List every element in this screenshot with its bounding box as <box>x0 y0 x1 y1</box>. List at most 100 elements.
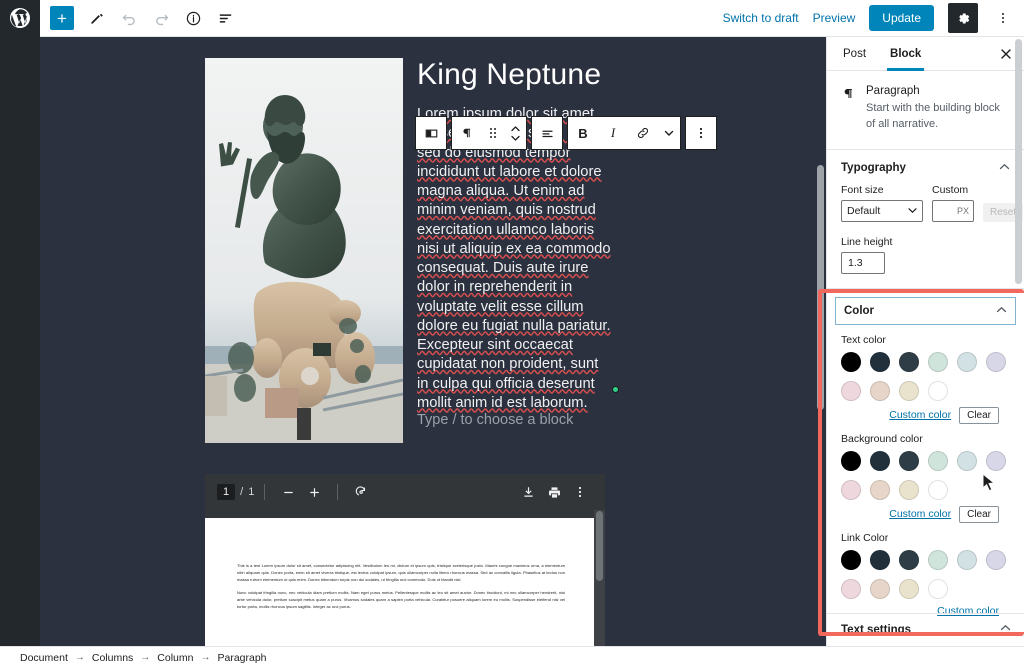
text-color-actions: Custom color Clear <box>827 401 1011 424</box>
breadcrumb-item-column[interactable]: Column <box>157 652 193 664</box>
color-swatch-5[interactable] <box>986 450 1006 471</box>
color-swatch-9[interactable] <box>928 479 948 500</box>
link-icon[interactable] <box>628 117 658 149</box>
undo-icon[interactable] <box>114 3 144 33</box>
image-block[interactable] <box>205 58 403 443</box>
color-swatch-9[interactable] <box>928 380 948 401</box>
breadcrumb-item-columns[interactable]: Columns <box>92 652 133 664</box>
color-swatch-8[interactable] <box>899 380 919 401</box>
chevron-down-icon[interactable] <box>658 117 680 149</box>
pdf-toolbar-divider-2 <box>337 484 339 500</box>
wordpress-logo-icon[interactable] <box>0 0 40 37</box>
paragraph-block-icon[interactable] <box>452 117 482 149</box>
more-options-icon[interactable] <box>686 117 716 149</box>
chevron-up-icon[interactable] <box>996 306 1007 316</box>
breadcrumb-item-paragraph[interactable]: Paragraph <box>217 652 266 664</box>
text-settings-panel-header[interactable]: Text settings <box>827 613 1024 646</box>
color-swatch-3[interactable] <box>928 450 948 471</box>
color-swatch-7[interactable] <box>870 380 890 401</box>
pdf-page-input[interactable]: 1 <box>217 484 236 500</box>
breadcrumb-separator: → <box>74 652 85 663</box>
color-swatch-1[interactable] <box>870 549 890 570</box>
color-swatch-8[interactable] <box>899 479 919 500</box>
line-height-input[interactable]: 1.3 <box>841 251 885 274</box>
chevron-up-icon[interactable] <box>1000 624 1011 636</box>
color-swatch-0[interactable] <box>841 549 861 570</box>
color-swatch-4[interactable] <box>957 450 977 471</box>
editor-scrollbar[interactable] <box>815 37 826 646</box>
color-swatch-6[interactable] <box>841 479 861 500</box>
drag-handle-icon[interactable] <box>482 117 504 149</box>
download-icon[interactable] <box>515 479 541 505</box>
color-swatch-6[interactable] <box>841 380 861 401</box>
media-text-block-icon[interactable] <box>416 117 446 149</box>
color-swatch-8[interactable] <box>899 578 919 599</box>
sidebar-scrollbar[interactable] <box>1014 37 1024 646</box>
text-color-clear-button[interactable]: Clear <box>959 406 999 424</box>
text-custom-color-link[interactable]: Custom color <box>889 409 951 421</box>
color-swatch-3[interactable] <box>928 351 948 372</box>
color-swatch-1[interactable] <box>870 450 890 471</box>
italic-icon[interactable]: I <box>598 117 628 149</box>
color-swatch-0[interactable] <box>841 450 861 471</box>
paragraph-block-icon <box>841 85 856 133</box>
color-swatch-4[interactable] <box>957 549 977 570</box>
pdf-embed-block[interactable]: 1 / 1 This is a test Lorem ipsum dolor s… <box>205 474 605 646</box>
block-toolbar: B I <box>415 116 717 150</box>
tab-block[interactable]: Block <box>878 37 933 71</box>
heading-block[interactable]: King Neptune <box>417 58 607 91</box>
empty-block-placeholder[interactable]: Type / to choose a block <box>417 412 573 428</box>
color-swatch-7[interactable] <box>870 578 890 599</box>
editor-canvas: King Neptune Lorem ipsum dolor sit amet,… <box>0 37 826 646</box>
link-color-swatches <box>841 549 1017 599</box>
rotate-icon[interactable] <box>348 479 374 505</box>
font-size-select[interactable]: Default <box>841 199 923 222</box>
chevron-up-icon[interactable] <box>999 163 1010 173</box>
block-card-title: Paragraph <box>866 85 920 97</box>
redo-icon[interactable] <box>146 3 176 33</box>
color-swatch-9[interactable] <box>928 578 948 599</box>
custom-font-size-input[interactable]: PX <box>932 199 974 222</box>
top-bar-tools: + <box>40 3 240 33</box>
color-swatch-5[interactable] <box>986 549 1006 570</box>
zoom-in-icon[interactable] <box>301 479 327 505</box>
switch-to-draft-button[interactable]: Switch to draft <box>723 11 799 25</box>
bold-icon[interactable]: B <box>568 117 598 149</box>
link-color-group: Link Color <box>827 523 1024 599</box>
color-swatch-2[interactable] <box>899 351 919 372</box>
pdf-more-options-icon[interactable] <box>567 479 593 505</box>
background-custom-color-link[interactable]: Custom color <box>889 508 951 520</box>
typography-panel-header[interactable]: Typography <box>827 150 1024 184</box>
color-swatch-5[interactable] <box>986 351 1006 372</box>
move-up-down-icon[interactable] <box>504 117 526 149</box>
color-panel-title: Color <box>844 304 875 317</box>
color-panel-header[interactable]: Color <box>835 296 1016 325</box>
text-settings-title: Text settings <box>841 624 912 636</box>
color-swatch-0[interactable] <box>841 351 861 372</box>
gear-icon[interactable] <box>948 3 978 33</box>
color-swatch-7[interactable] <box>870 479 890 500</box>
pdf-paragraph: Nunc volutpat fringilla nunc, nec vehicu… <box>237 590 565 610</box>
color-swatch-2[interactable] <box>899 549 919 570</box>
color-swatch-2[interactable] <box>899 450 919 471</box>
align-text-icon[interactable] <box>532 117 562 149</box>
paragraph-block[interactable]: Lorem ipsum dolor sit amet, consectetur … <box>417 105 613 413</box>
add-block-button[interactable]: + <box>50 6 74 30</box>
color-swatch-3[interactable] <box>928 549 948 570</box>
more-options-icon[interactable] <box>992 3 1014 33</box>
zoom-out-icon[interactable] <box>275 479 301 505</box>
typography-panel-title: Typography <box>841 161 906 174</box>
color-swatch-4[interactable] <box>957 351 977 372</box>
update-button[interactable]: Update <box>869 5 934 31</box>
background-color-clear-button[interactable]: Clear <box>959 505 999 523</box>
color-swatch-1[interactable] <box>870 351 890 372</box>
print-icon[interactable] <box>541 479 567 505</box>
breadcrumb-item-document[interactable]: Document <box>20 652 68 664</box>
pdf-scrollbar[interactable] <box>594 510 605 646</box>
preview-button[interactable]: Preview <box>813 11 856 25</box>
list-view-icon[interactable] <box>210 3 240 33</box>
color-swatch-6[interactable] <box>841 578 861 599</box>
pencil-icon[interactable] <box>82 3 112 33</box>
tab-post[interactable]: Post <box>831 37 878 71</box>
info-icon[interactable] <box>178 3 208 33</box>
